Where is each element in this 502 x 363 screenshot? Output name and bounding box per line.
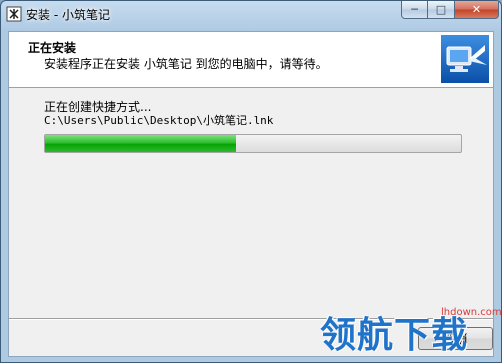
close-button[interactable]: ✕	[455, 1, 499, 19]
page-subtitle: 安装程序正在安装 小筑笔记 到您的电脑中，请等待。	[44, 57, 328, 71]
file-path-label: C:\Users\Public\Desktop\小筑笔记.lnk	[44, 114, 274, 127]
computer-install-icon	[441, 35, 489, 83]
title-bar[interactable]: 安装 - 小筑笔记 ─ □ ✕	[1, 1, 501, 27]
app-icon	[6, 6, 22, 22]
progress-fill	[45, 135, 237, 152]
install-progress-bar	[44, 134, 462, 153]
maximize-button[interactable]: □	[428, 1, 455, 19]
window-title: 安装 - 小筑笔记	[26, 8, 110, 22]
installer-window: 安装 - 小筑笔记 ─ □ ✕ 正在安装 安装程序正在安装 小筑笔记 到您的电脑…	[0, 0, 502, 363]
watermark-url: lhdown.com	[441, 307, 502, 318]
wizard-header: 正在安装 安装程序正在安装 小筑笔记 到您的电脑中，请等待。	[9, 32, 493, 88]
minimize-button[interactable]: ─	[401, 1, 428, 19]
page-title: 正在安装	[28, 41, 77, 55]
